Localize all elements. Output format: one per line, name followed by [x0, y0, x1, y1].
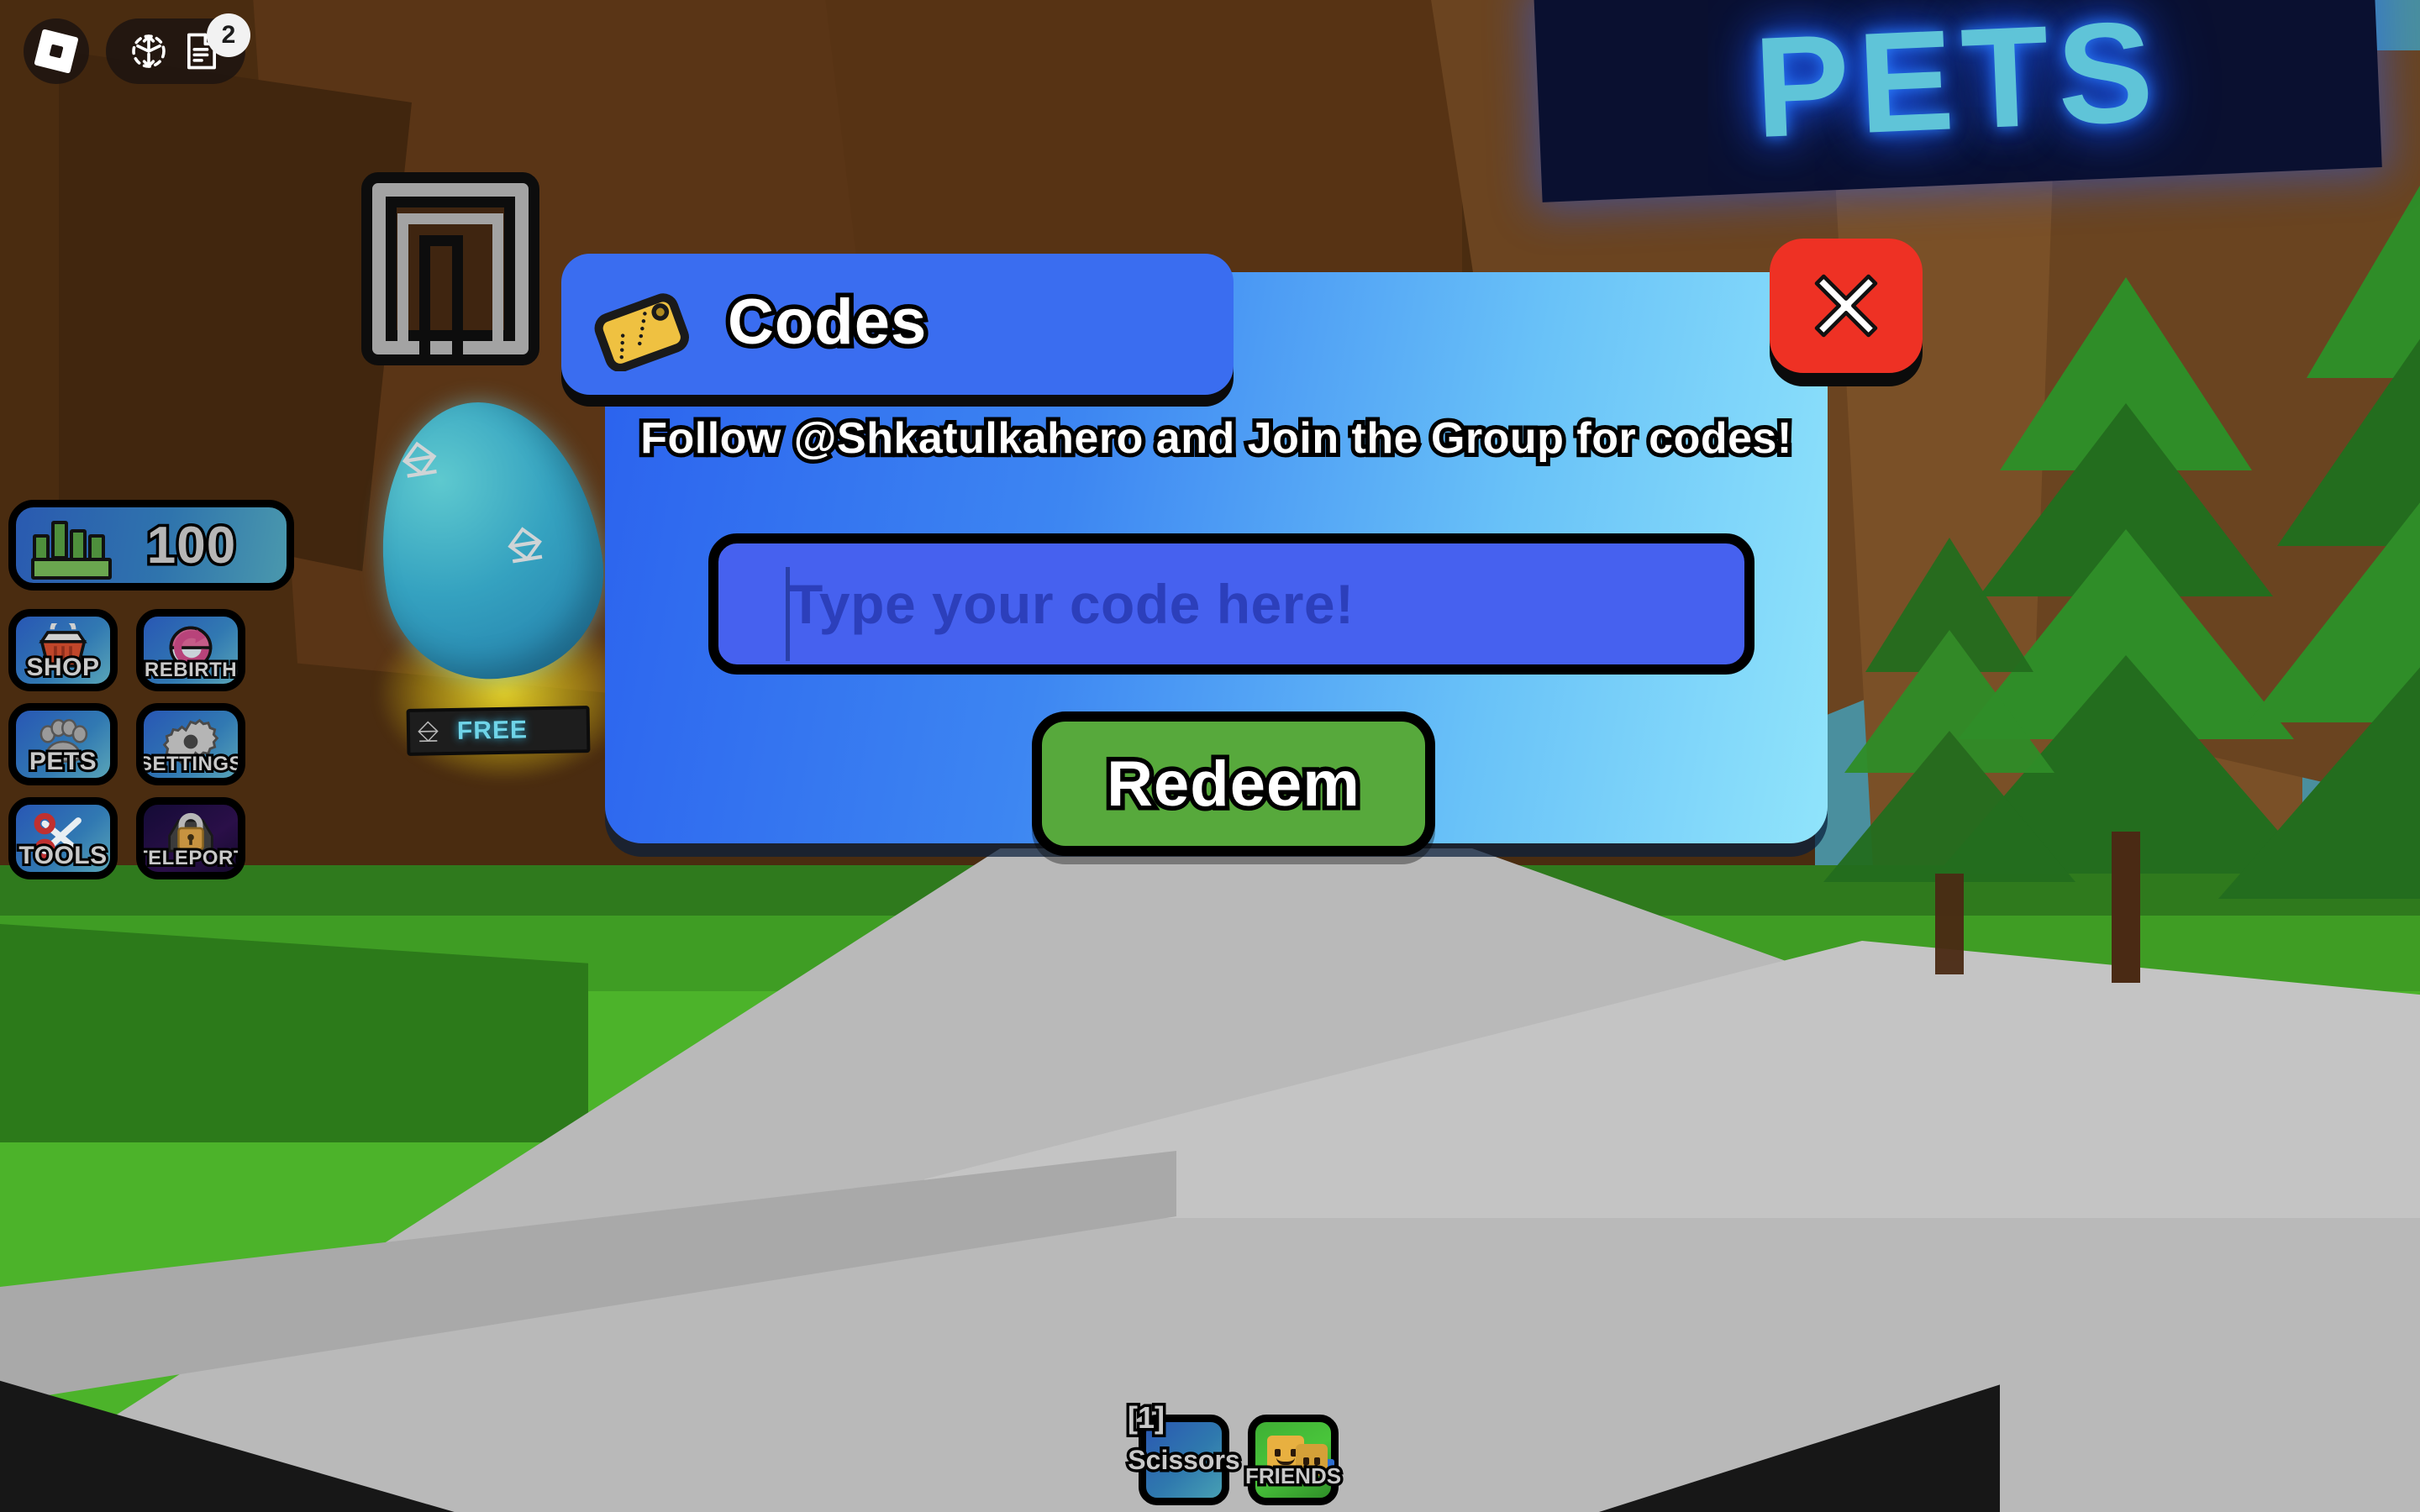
- hud-button-label: REBIRTH: [144, 656, 238, 684]
- hud-button-label: TELEPORT: [136, 844, 245, 872]
- hud-button-label: SETTINGS: [139, 750, 244, 778]
- pets-sign-text: PETS: [1751, 0, 2165, 169]
- codes-modal-title: Codes: [723, 281, 930, 362]
- hotbar-friends-button[interactable]: FRIENDS: [1242, 1415, 1344, 1505]
- codes-modal-subtitle: Follow @Shkatulkahero and Join the Group…: [636, 410, 1796, 467]
- hud-button-rebirth[interactable]: REBIRTH: [136, 609, 245, 691]
- chat-badge-count: 2: [207, 13, 250, 57]
- hud-button-settings[interactable]: SETTINGS: [136, 703, 245, 785]
- free-label: FREE: [456, 716, 529, 745]
- hud-button-pets[interactable]: PETS: [8, 703, 118, 785]
- hotbar-slot-scissors[interactable]: [1] Scissors: [1125, 1398, 1243, 1505]
- hud-button-label: TOOLS: [16, 839, 109, 872]
- close-icon: [1814, 274, 1878, 338]
- roblox-logo-icon: [34, 29, 79, 74]
- pets-neon-sign: PETS: [1534, 0, 2382, 202]
- hud-button-label: PETS: [27, 745, 99, 778]
- redeem-button-label: Redeem: [1102, 743, 1365, 824]
- price-tag-icon: [592, 277, 706, 372]
- text-caret: [786, 567, 790, 661]
- cliff-facet: [59, 50, 412, 571]
- left-hud: 100 SHOP REBIRTH PETS SETTINGS TOOLS TEL…: [8, 500, 294, 879]
- pine-tree: [2218, 143, 2420, 991]
- spiral-icon: ⎒: [416, 716, 440, 748]
- camera-move-icon[interactable]: [126, 29, 171, 74]
- redeem-button[interactable]: Redeem: [1032, 711, 1435, 856]
- roblox-home-button[interactable]: [24, 18, 89, 84]
- currency-counter: 100: [8, 500, 294, 591]
- hotbar: [1] Scissors FRIENDS: [1125, 1398, 1344, 1505]
- hotbar-slot-key: [1]: [1125, 1398, 1168, 1438]
- currency-value: 100: [144, 513, 238, 577]
- wall-spiral-decal: [361, 172, 539, 365]
- codes-modal: Codes Follow @Shkatulkahero and Join the…: [561, 239, 1923, 1102]
- hud-button-label: SHOP: [24, 651, 102, 684]
- hud-button-grid: SHOP REBIRTH PETS SETTINGS TOOLS TELEPOR…: [8, 609, 260, 879]
- hotbar-slot-label: Scissors: [1125, 1441, 1243, 1478]
- hud-button-shop[interactable]: SHOP: [8, 609, 118, 691]
- code-input[interactable]: Type your code here!: [708, 533, 1754, 675]
- close-button[interactable]: [1770, 239, 1923, 373]
- grass-bush-icon: [28, 511, 117, 580]
- roblox-topbar: 2: [24, 13, 250, 84]
- codes-modal-header: Codes: [561, 254, 1234, 395]
- topbar-pill: 2: [106, 13, 250, 84]
- hud-button-tools[interactable]: TOOLS: [8, 797, 118, 879]
- hud-button-teleport[interactable]: TELEPORT: [136, 797, 245, 879]
- code-input-placeholder: Type your code here!: [789, 573, 1355, 635]
- hotbar-slot-label: FRIENDS: [1242, 1461, 1344, 1492]
